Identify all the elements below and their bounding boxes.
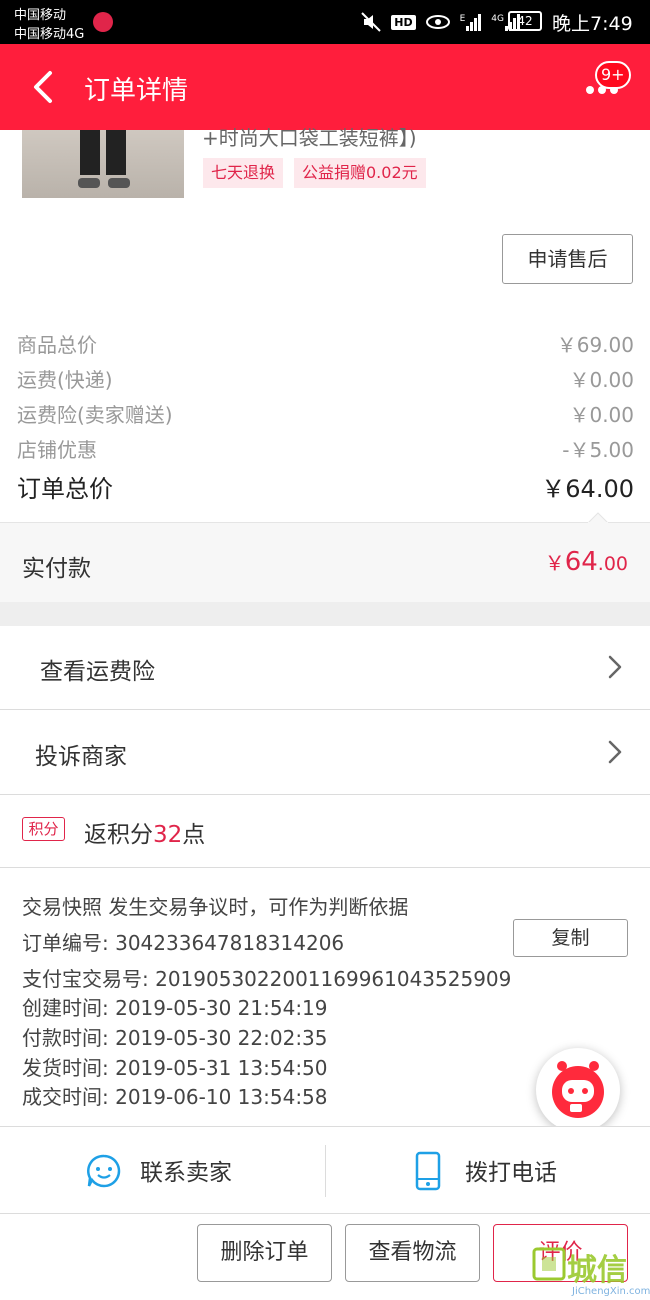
price-value: ￥0.00: [569, 368, 634, 392]
paid-value: ￥64.00: [544, 547, 628, 577]
price-row-insurance: 运费险(卖家赠送) ￥0.00: [17, 399, 634, 429]
points-number: 32: [153, 822, 183, 848]
price-value: ￥69.00: [556, 333, 634, 357]
order-number: 订单编号: 304233647818314206: [22, 931, 345, 955]
call-phone-button[interactable]: 拨打电话: [465, 1153, 557, 1187]
price-value: ￥0.00: [569, 403, 634, 427]
carrier-logo-icon: [93, 12, 113, 32]
clock: 晚上7:49: [552, 13, 633, 35]
points-row: 积分 返积分32点: [0, 790, 650, 868]
contact-seller-button[interactable]: 联系卖家: [140, 1153, 232, 1187]
price-row-goods: 商品总价 ￥69.00: [17, 329, 634, 359]
chevron-right-icon: [608, 740, 622, 764]
carrier-label-secondary: 中国移动4G: [14, 27, 85, 42]
notification-badge: 9+: [595, 61, 631, 89]
price-row-discount: 店铺优惠 -￥5.00: [17, 434, 634, 464]
points-text: 返积分32点: [84, 822, 206, 848]
phone-icon: [415, 1151, 441, 1191]
divider: [325, 1145, 326, 1197]
battery-icon: 42: [508, 11, 542, 31]
order-total-value: ￥64.00: [541, 475, 634, 503]
product-thumbnail[interactable]: [22, 130, 184, 198]
watermark-text: 城信: [567, 1253, 627, 1288]
complain-seller-label: 投诉商家: [35, 744, 127, 770]
chat-smile-icon: [87, 1154, 121, 1188]
caret-up-icon: [588, 512, 608, 523]
price-label: 运费险(卖家赠送): [17, 403, 173, 427]
price-row-shipping: 运费(快递) ￥0.00: [17, 364, 634, 394]
paid-label: 实付款: [22, 556, 91, 582]
product-name[interactable]: +时尚大口袋工装短裤】): [202, 122, 417, 151]
paid-time: 付款时间: 2019-05-30 22:02:35: [22, 1026, 328, 1050]
after-sale-button[interactable]: 申请售后: [502, 234, 633, 284]
hd-icon: HD: [391, 14, 416, 30]
complain-seller-row[interactable]: 投诉商家: [0, 711, 650, 795]
view-logistics-button[interactable]: 查看物流: [345, 1224, 480, 1282]
tag-seven-day-return: 七天退换: [203, 158, 284, 188]
copy-button[interactable]: 复制: [513, 919, 628, 957]
completed-time: 成交时间: 2019-06-10 13:54:58: [22, 1085, 328, 1109]
shipped-time: 发货时间: 2019-05-31 13:54:50: [22, 1056, 328, 1080]
delete-order-button[interactable]: 删除订单: [197, 1224, 332, 1282]
robot-icon: [552, 1061, 604, 1118]
carrier-label: 中国移动: [14, 8, 67, 23]
watermark-subtext: JiChengXin.com: [572, 1286, 650, 1297]
view-shipping-insurance-row[interactable]: 查看运费险: [0, 626, 650, 710]
order-total-label: 订单总价: [17, 475, 113, 503]
price-value: -￥5.00: [562, 438, 634, 462]
app-header: 订单详情 9+: [0, 44, 650, 130]
points-tag: 积分: [22, 817, 65, 841]
contact-bar: 联系卖家 拨打电话: [0, 1126, 650, 1214]
price-label: 商品总价: [17, 333, 97, 357]
price-label: 运费(快递): [17, 368, 113, 392]
alipay-trade-number: 支付宝交易号: 2019053022001169961043525909: [22, 967, 512, 991]
eye-icon: [425, 15, 450, 29]
order-total-row: 订单总价 ￥64.00: [17, 469, 634, 505]
section-divider: [0, 602, 650, 626]
created-time: 创建时间: 2019-05-30 21:54:19: [22, 996, 328, 1020]
view-shipping-insurance-label: 查看运费险: [40, 659, 155, 685]
status-icons: HD E 4G: [361, 12, 520, 32]
mute-icon: [361, 12, 381, 32]
signal-icon: E: [460, 13, 482, 31]
status-bar: 中国移动 中国移动4G HD E 4G 42 晚上7:49: [0, 0, 650, 44]
customer-service-robot-button[interactable]: [536, 1048, 620, 1132]
price-label: 店铺优惠: [17, 438, 97, 462]
chevron-right-icon: [608, 655, 622, 679]
page-title: 订单详情: [84, 76, 189, 106]
trade-snapshot-link[interactable]: 交易快照 发生交易争议时，可作为判断依据: [22, 891, 408, 920]
tag-charity: 公益捐赠0.02元: [294, 158, 426, 188]
paid-amount-box: 实付款 ￥64.00: [0, 522, 650, 602]
back-arrow-icon[interactable]: [30, 70, 56, 104]
